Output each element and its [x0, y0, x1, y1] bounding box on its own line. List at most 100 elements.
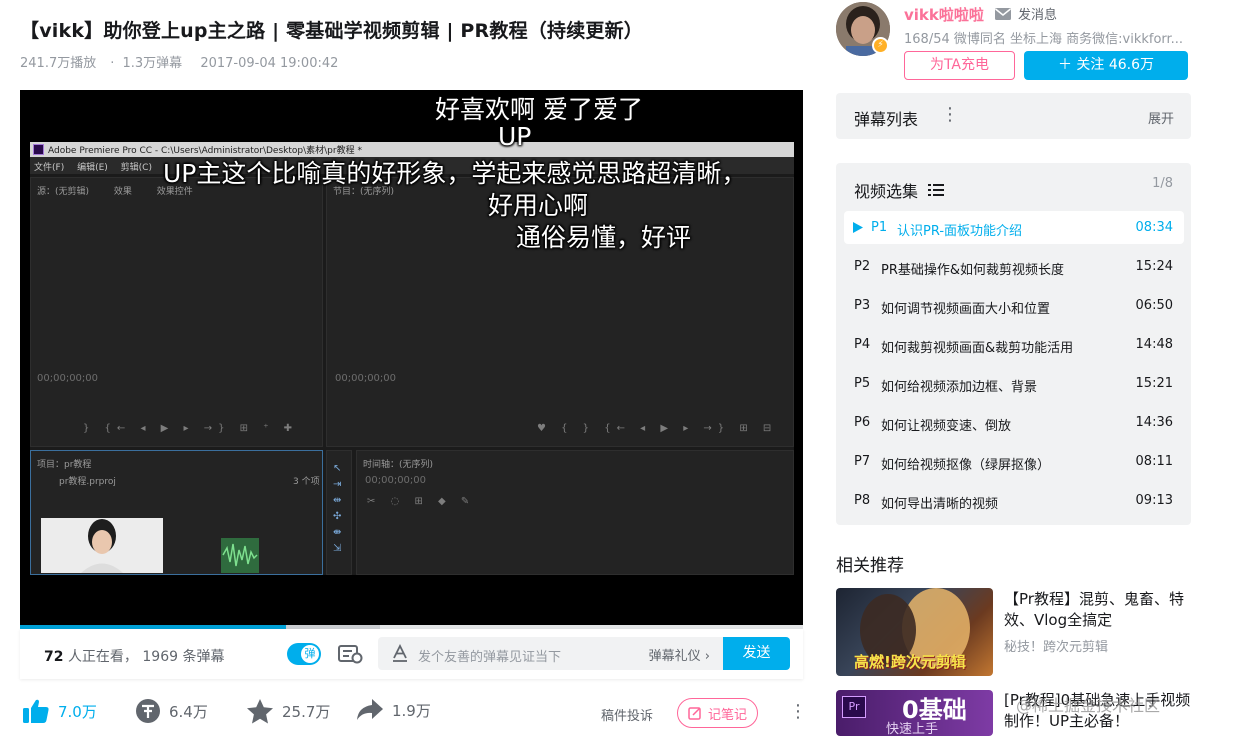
take-notes-label: 记笔记	[707, 707, 747, 723]
episode-number: P7	[854, 454, 871, 469]
episode-list-panel: 视频选集 1/8 P1 认识PR-面板功能介绍 08:34 P2 PR基础操作&…	[836, 163, 1191, 525]
danmaku-list-panel[interactable]: 弹幕列表 ⋮ 展开	[836, 93, 1191, 139]
episode-title: 如何让视频变速、倒放	[881, 419, 1012, 434]
premiere-logo-icon: Pr	[842, 696, 866, 718]
episode-title: 如何调节视频画面大小和位置	[881, 302, 1051, 317]
uploader-name[interactable]: vikk啦啦啦	[904, 4, 984, 25]
envelope-icon	[995, 7, 1011, 20]
danmaku-bullet: UP	[498, 122, 532, 151]
send-danmaku-button[interactable]: 发送	[723, 637, 790, 670]
more-options-icon[interactable]: ⋮	[789, 703, 807, 721]
project-panel-title: 项目：pr教程	[37, 460, 92, 470]
episode-number: P8	[854, 493, 871, 508]
episode-item[interactable]: P4 如何裁剪视频画面&裁剪功能活用 14:48	[844, 328, 1184, 361]
episode-duration: 15:21	[1135, 376, 1173, 391]
danmaku-list-title: 弹幕列表	[854, 110, 919, 129]
related-video-author[interactable]: 秘技！跨次元剪辑	[1004, 636, 1108, 655]
episode-duration: 14:48	[1135, 337, 1173, 352]
related-video-title[interactable]: 【Pr教程】混剪、鬼畜、特效、Vlog全搞定	[1004, 589, 1204, 631]
video-title: 【vikk】助你登上up主之路 | 零基础学视频剪辑 | PR教程（持续更新）	[20, 20, 643, 42]
episode-item[interactable]: P8 如何导出清晰的视频 09:13	[844, 484, 1184, 517]
viewer-label: 人正在看，	[67, 649, 138, 665]
danmaku-toggle-knob: 弹	[301, 645, 319, 663]
episode-title: 如何导出清晰的视频	[881, 497, 999, 512]
episode-number: P3	[854, 298, 871, 313]
episode-duration: 15:24	[1135, 259, 1173, 274]
episode-number: P6	[854, 415, 871, 430]
danmaku-settings-icon[interactable]	[337, 644, 363, 664]
related-video-thumbnail[interactable]: 高燃!跨次元剪辑	[836, 588, 993, 676]
related-section-title: 相关推荐	[836, 556, 904, 576]
episode-duration: 14:36	[1135, 415, 1173, 430]
episode-title: 如何裁剪视频画面&裁剪功能活用	[881, 341, 1074, 356]
program-transport-controls: ♥ { } {← ◂ ▶ ▸ →} ⊞ ⊟	[537, 423, 778, 434]
episode-item[interactable]: P5 如何给视频添加边框、背景 15:21	[844, 367, 1184, 400]
play-count: 241.7万播放	[20, 56, 97, 71]
danmaku-etiquette-link[interactable]: 弹幕礼仪 ›	[649, 645, 710, 664]
related-thumb-subcaption: 快速上手	[886, 722, 939, 736]
danmaku-count: 1.3万弹幕	[122, 56, 183, 71]
text-style-icon[interactable]	[391, 644, 409, 662]
follow-button[interactable]: ＋ 关注 46.6万	[1024, 51, 1188, 80]
premiere-tools-panel: ↖ ⇥ ⇹ ✣ ⇼ ⇲	[326, 450, 352, 575]
share-button[interactable]: 1.9万	[356, 698, 431, 722]
like-button[interactable]: 7.0万	[22, 698, 97, 724]
episode-duration: 08:11	[1135, 454, 1173, 469]
episode-item[interactable]: P6 如何让视频变速、倒放 14:36	[844, 406, 1184, 439]
related-video-thumbnail[interactable]: Pr 0基础 快速上手	[836, 690, 993, 736]
episode-item[interactable]: P7 如何给视频抠像（绿屏抠像） 08:11	[844, 445, 1184, 478]
video-player[interactable]: Adobe Premiere Pro CC - C:\Users\Adminis…	[20, 90, 803, 628]
episode-title: 如何给视频添加边框、背景	[881, 380, 1038, 395]
episode-count: 1/8	[1152, 176, 1173, 191]
episode-item[interactable]: P2 PR基础操作&如何裁剪视频长度 15:24	[844, 250, 1184, 283]
episode-title: PR基础操作&如何裁剪视频长度	[881, 263, 1065, 278]
danmaku-list-menu-icon[interactable]: ⋮	[941, 104, 959, 125]
publish-date: 2017-09-04 19:00:42	[200, 56, 339, 71]
danmaku-list-expand[interactable]: 展开	[1148, 108, 1174, 127]
premiere-menu-edit: 编辑(E)	[77, 163, 108, 173]
charge-button[interactable]: 为TA充电	[904, 51, 1015, 80]
timeline-panel-title: 时间轴：(无序列)	[363, 460, 434, 470]
live-danmaku-label: 条弹幕	[182, 649, 225, 665]
favorite-button[interactable]: 25.7万	[246, 698, 330, 725]
uploader-description: 168/54 微博同名 坐标上海 商务微信:vikkforr...	[904, 32, 1184, 47]
premiere-project-panel: 项目：pr教程 pr教程.prproj 3 个项	[30, 450, 323, 575]
danmaku-toggle[interactable]: 弹	[287, 643, 321, 665]
live-danmaku-count: 1969	[142, 649, 179, 665]
episode-duration: 08:34	[1135, 220, 1173, 235]
playing-icon	[853, 222, 863, 233]
thumbs-up-icon	[23, 699, 49, 723]
coin-button[interactable]: 6.4万	[135, 698, 208, 724]
coin-count: 6.4万	[169, 702, 208, 721]
premiere-timeline-panel: 时间轴：(无序列) 00;00;00;00 ✂ ◌ ⊞ ◆ ✎	[356, 450, 794, 575]
timeline-tools: ✂ ◌ ⊞ ◆ ✎	[367, 496, 476, 507]
danmaku-bullet: UP主这个比喻真的好形象，学起来感觉思路超清晰，	[163, 159, 747, 188]
viewer-count: 72	[44, 649, 64, 665]
premiere-menu-file: 文件(F)	[34, 163, 65, 173]
project-item-count: 3 个项	[293, 477, 320, 487]
episode-number: P5	[854, 376, 871, 391]
list-icon	[928, 184, 945, 196]
send-message-button[interactable]: 发消息	[994, 4, 1057, 23]
project-clip-thumbnail	[41, 518, 163, 573]
episode-duration: 09:13	[1135, 493, 1173, 508]
episode-list-title: 视频选集	[854, 182, 919, 201]
share-arrow-icon	[357, 699, 383, 720]
premiere-logo-icon	[33, 144, 44, 155]
verified-badge-icon: ⚡	[872, 37, 889, 54]
take-notes-button[interactable]: 记笔记	[677, 698, 758, 728]
episode-list-header: 视频选集	[854, 178, 945, 202]
like-count: 7.0万	[58, 702, 97, 721]
star-icon	[247, 699, 273, 724]
danmaku-input[interactable]: 发个友善的弹幕见证当下 弹幕礼仪 ›	[378, 637, 724, 670]
coin-icon	[136, 699, 160, 723]
episode-item-active[interactable]: P1 认识PR-面板功能介绍 08:34	[844, 211, 1184, 244]
danmaku-bullet: 好喜欢啊 爱了爱了	[435, 95, 643, 124]
premiere-source-panel: 源：(无剪辑) 效果 效果控件 00;00;00;00 } {← ◂ ▶ ▸ →…	[30, 177, 323, 447]
premiere-window: Adobe Premiere Pro CC - C:\Users\Adminis…	[30, 142, 794, 575]
danmaku-bullet: 好用心啊	[488, 191, 589, 220]
viewer-stats: 72 人正在看， 1969 条弹幕	[44, 646, 224, 666]
episode-item[interactable]: P3 如何调节视频画面大小和位置 06:50	[844, 289, 1184, 322]
source-tab: 源：(无剪辑)	[37, 187, 90, 197]
report-link[interactable]: 稿件投诉	[601, 705, 653, 724]
